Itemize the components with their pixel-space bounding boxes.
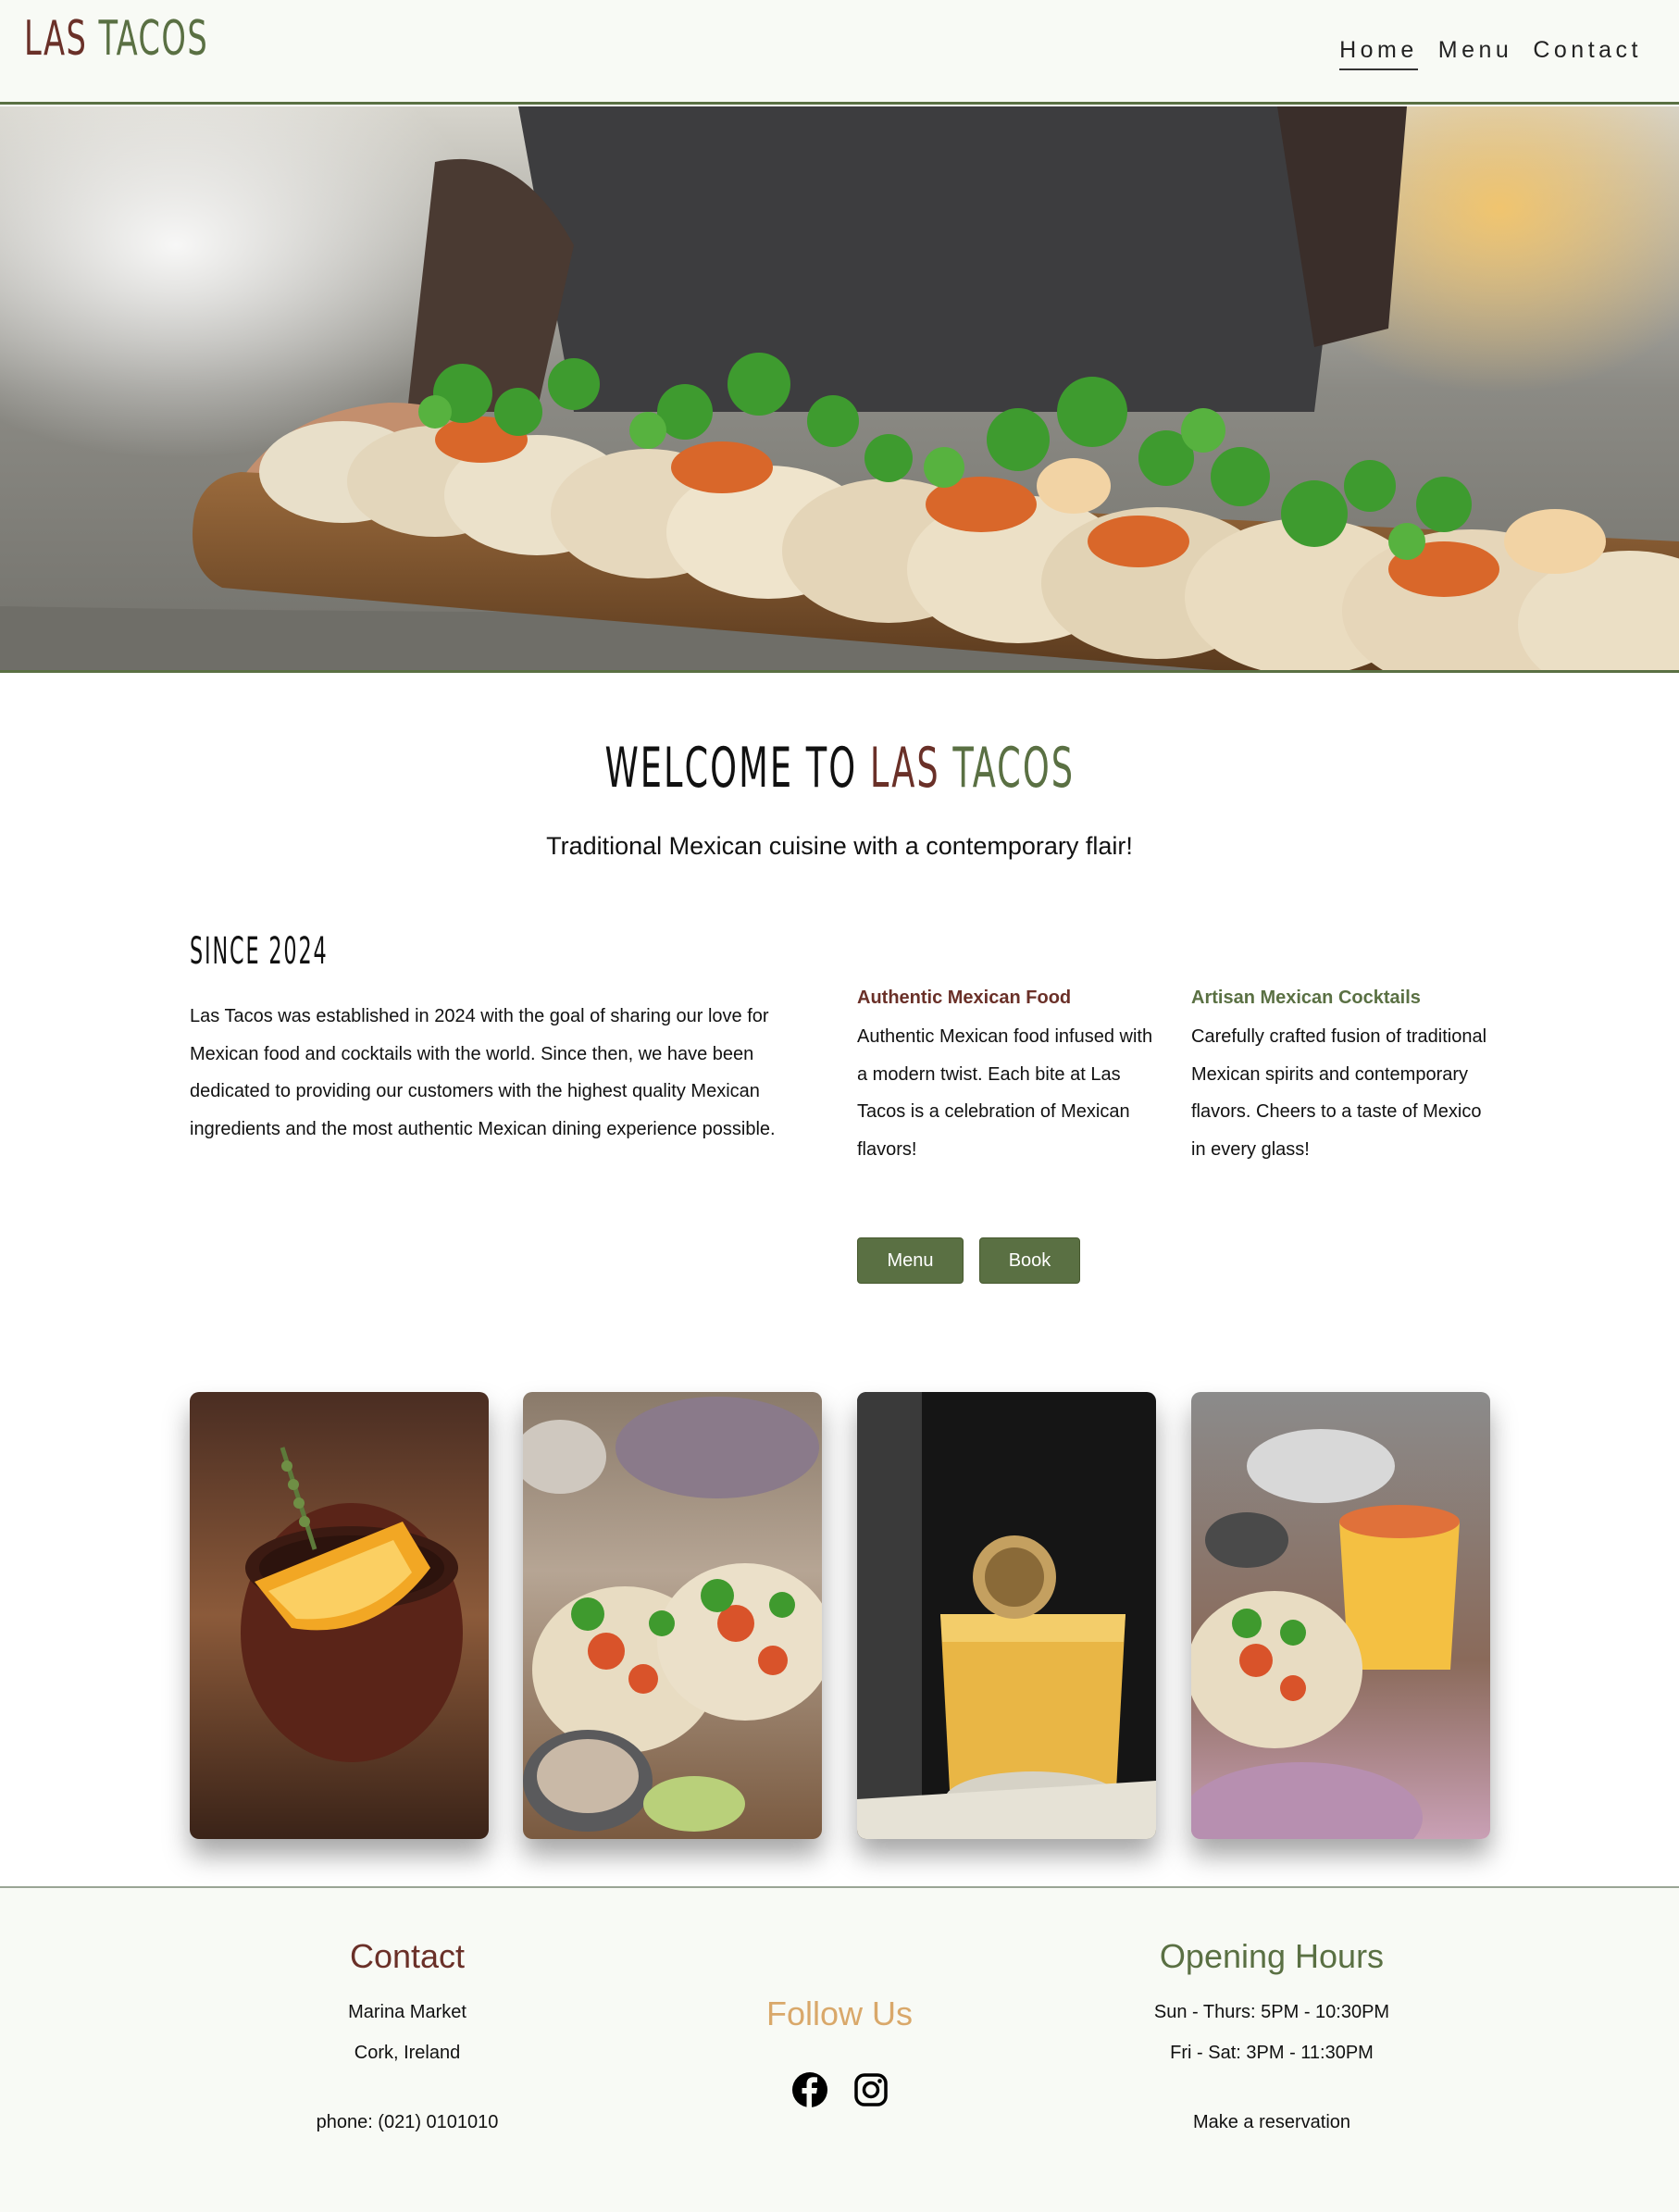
gallery-image-yellow-cocktail (857, 1392, 1156, 1839)
hours-line1: Sun - Thurs: 5PM - 10:30PM (1153, 2002, 1390, 2022)
reservation-link[interactable]: Make a reservation (1087, 2109, 1457, 2135)
about-text: Las Tacos was established in 2024 with t… (190, 1006, 776, 1139)
logo-word-tacos: TACOS (98, 11, 209, 67)
logo[interactable]: LAS TACOS (24, 6, 208, 72)
feature-food: Authentic Mexican Food Authentic Mexican… (857, 983, 1163, 1168)
nav-home[interactable]: Home (1339, 33, 1418, 70)
gallery-image-plated-tacos (523, 1392, 822, 1839)
hero-tacos-illustration (0, 106, 1679, 670)
hours-heading: Opening Hours (1159, 1937, 1385, 1975)
contact-heading: Contact (349, 1937, 466, 1975)
welcome-tacos: TACOS (952, 736, 1075, 801)
nav-menu[interactable]: Menu (1438, 33, 1513, 70)
footer-follow: Follow Us (654, 1992, 1025, 2036)
contact-address-line2: Cork, Ireland (354, 2043, 461, 2063)
feature-cocktails-text: Carefully crafted fusion of traditional … (1191, 1026, 1487, 1160)
instagram-icon[interactable] (852, 2071, 889, 2108)
hours-line2: Fri - Sat: 3PM - 11:30PM (1170, 2043, 1374, 2063)
welcome-las: LAS (869, 736, 940, 801)
welcome-prefix: WELCOME TO (604, 736, 857, 801)
feature-food-title: Authentic Mexican Food (857, 988, 1072, 1008)
book-button[interactable]: Book (979, 1237, 1080, 1284)
main-nav: Home Menu Contact (1339, 33, 1642, 70)
tagline: Traditional Mexican cuisine with a conte… (546, 832, 1133, 860)
hero-image (0, 106, 1679, 673)
contact-phone[interactable]: phone: (021) 0101010 (222, 2109, 592, 2135)
footer-hours: Opening Hours Sun - Thurs: 5PM - 10:30PM… (1087, 1934, 1457, 2135)
gallery-image-cocktail-orange (190, 1392, 489, 1839)
footer-contact: Contact Marina Market Cork, Ireland phon… (222, 1934, 592, 2135)
nav-contact[interactable]: Contact (1533, 33, 1642, 70)
facebook-icon[interactable] (791, 2071, 828, 2108)
gallery-image-tacos-juice (1191, 1392, 1490, 1839)
site-header: LAS TACOS Home Menu Contact (0, 0, 1679, 105)
site-footer: Contact Marina Market Cork, Ireland phon… (0, 1886, 1679, 2212)
logo-word-las: LAS (24, 11, 88, 67)
welcome-title: WELCOME TO LAS TACOS (0, 731, 1679, 805)
social-links (791, 2071, 889, 2108)
follow-heading: Follow Us (765, 1995, 914, 2032)
feature-cocktails-title: Artisan Mexican Cocktails (1191, 988, 1421, 1008)
since-heading: SINCE 2024 (190, 930, 329, 973)
menu-button[interactable]: Menu (857, 1237, 964, 1284)
contact-address-line1: Marina Market (348, 2002, 466, 2022)
feature-cocktails: Artisan Mexican Cocktails Carefully craf… (1191, 983, 1487, 1168)
feature-food-text: Authentic Mexican food infused with a mo… (857, 1026, 1153, 1160)
